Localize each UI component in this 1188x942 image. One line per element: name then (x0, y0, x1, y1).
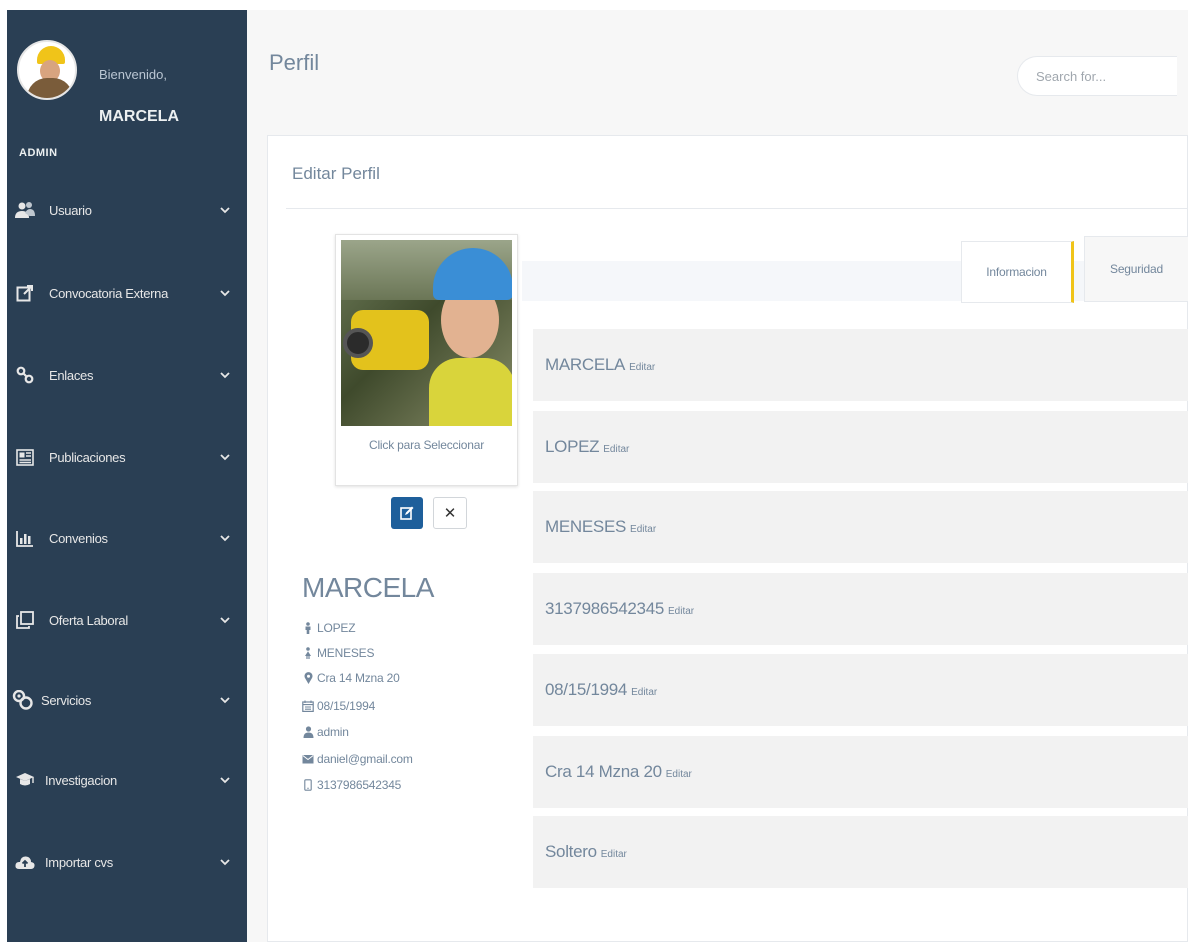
users-icon (14, 199, 36, 221)
sidebar-item-label: Importar cvs (45, 854, 113, 870)
tab-seguridad[interactable]: Seguridad (1084, 236, 1188, 302)
profile-name: MARCELA (302, 572, 434, 603)
info-second-surname: MENESES (302, 646, 374, 660)
sidebar-item-label: Convocatoria Externa (49, 285, 169, 301)
edit-photo-button[interactable] (391, 497, 423, 529)
field-row-telefono[interactable]: 3137986542345 Editar (533, 573, 1188, 645)
field-value: LOPEZ (545, 437, 600, 456)
info-address: Cra 14 Mzna 20 (302, 671, 400, 685)
edit-link[interactable]: Editar (668, 606, 694, 617)
sidebar-item-usuario[interactable]: Usuario (7, 190, 247, 230)
field-value: 3137986542345 (545, 599, 665, 618)
top-band (0, 0, 1188, 10)
info-username: admin (302, 725, 349, 739)
graduation-cap-icon (14, 769, 36, 791)
page-title: Perfil (269, 50, 320, 75)
sidebar-item-servicios[interactable]: Servicios (7, 680, 247, 720)
sidebar-item-label: Enlaces (49, 367, 94, 383)
sidebar-item-label: Convenios (49, 530, 108, 546)
field-row-direccion[interactable]: Cra 14 Mzna 20 Editar (533, 736, 1188, 808)
search-input[interactable] (1017, 56, 1177, 96)
edit-link[interactable]: Editar (603, 444, 629, 455)
sidebar: Bienvenido, MARCELA ADMIN Usuario Convoc… (7, 10, 247, 942)
chevron-down-icon (220, 207, 230, 214)
remove-photo-button[interactable]: ✕ (433, 497, 467, 529)
info-email: daniel@gmail.com (302, 752, 413, 766)
sidebar-item-label: Oferta Laboral (49, 612, 128, 628)
chevron-down-icon (220, 454, 230, 461)
newspaper-icon (14, 446, 36, 468)
close-icon: ✕ (443, 504, 457, 522)
chevron-down-icon (220, 697, 230, 704)
tab-informacion[interactable]: Informacion (961, 241, 1074, 303)
sidebar-item-label: Usuario (49, 202, 92, 218)
welcome-text: Bienvenido, (99, 67, 167, 82)
clone-icon (14, 609, 36, 631)
link-icon (14, 364, 36, 386)
info-birthdate: 08/15/1994 (302, 699, 375, 713)
handshake-icon (12, 689, 34, 711)
field-row-segundo-apellido[interactable]: MENESES Editar (533, 491, 1188, 563)
edit-link[interactable]: Editar (601, 849, 627, 860)
panel-title: Editar Perfil (292, 164, 380, 183)
female-icon (302, 647, 314, 659)
sidebar-item-convocatoria-externa[interactable]: Convocatoria Externa (7, 273, 247, 313)
chevron-down-icon (220, 859, 230, 866)
edit-link[interactable]: Editar (631, 687, 657, 698)
envelope-icon (302, 753, 314, 765)
field-row-nombre[interactable]: MARCELA Editar (533, 329, 1188, 401)
chevron-down-icon (220, 617, 230, 624)
sidebar-item-oferta-laboral[interactable]: Oferta Laboral (7, 600, 247, 640)
user-name: MARCELA (99, 108, 179, 125)
field-value: MARCELA (545, 355, 626, 374)
edit-link[interactable]: Editar (666, 769, 692, 780)
field-row-fecha-nacimiento[interactable]: 08/15/1994 Editar (533, 654, 1188, 726)
profile-photo[interactable] (341, 240, 512, 426)
field-value: 08/15/1994 (545, 680, 628, 699)
info-first-surname: LOPEZ (302, 621, 356, 635)
main-content: Perfil Editar Perfil Click para Seleccio… (247, 10, 1188, 942)
field-row-primer-apellido[interactable]: LOPEZ Editar (533, 411, 1188, 483)
sidebar-item-label: Publicaciones (49, 449, 126, 465)
external-link-icon (14, 282, 36, 304)
edit-profile-panel: Editar Perfil Click para Seleccionar ✕ M… (267, 135, 1188, 942)
sidebar-item-publicaciones[interactable]: Publicaciones (7, 437, 247, 477)
chevron-down-icon (220, 290, 230, 297)
chevron-down-icon (220, 535, 230, 542)
sidebar-item-label: Servicios (41, 692, 92, 708)
field-value: Soltero (545, 842, 597, 861)
chevron-down-icon (220, 777, 230, 784)
info-phone: 3137986542345 (302, 778, 401, 792)
chevron-down-icon (220, 372, 230, 379)
cloud-upload-icon (14, 851, 36, 873)
sidebar-item-enlaces[interactable]: Enlaces (7, 355, 247, 395)
photo-caption: Click para Seleccionar (369, 438, 484, 452)
profile-photo-card[interactable]: Click para Seleccionar (335, 234, 518, 486)
field-value: MENESES (545, 517, 627, 536)
sidebar-item-investigacion[interactable]: Investigacion (7, 760, 247, 800)
mobile-icon (302, 779, 314, 791)
app-window: Bienvenido, MARCELA ADMIN Usuario Convoc… (0, 0, 1188, 942)
sidebar-item-importar-cvs[interactable]: Importar cvs (7, 842, 247, 882)
calendar-icon (302, 700, 314, 712)
map-marker-icon (302, 672, 314, 684)
sidebar-item-label: Investigacion (45, 772, 117, 788)
male-icon (302, 622, 314, 634)
divider (286, 208, 1188, 209)
field-row-estado-civil[interactable]: Soltero Editar (533, 816, 1188, 888)
edit-link[interactable]: Editar (629, 362, 655, 373)
sidebar-item-convenios[interactable]: Convenios (7, 518, 247, 558)
edit-icon (400, 506, 414, 520)
bar-chart-icon (14, 527, 36, 549)
user-icon (302, 726, 314, 738)
user-role: ADMIN (19, 147, 58, 159)
edit-link[interactable]: Editar (630, 524, 656, 535)
avatar[interactable] (17, 40, 77, 100)
field-value: Cra 14 Mzna 20 (545, 762, 662, 781)
